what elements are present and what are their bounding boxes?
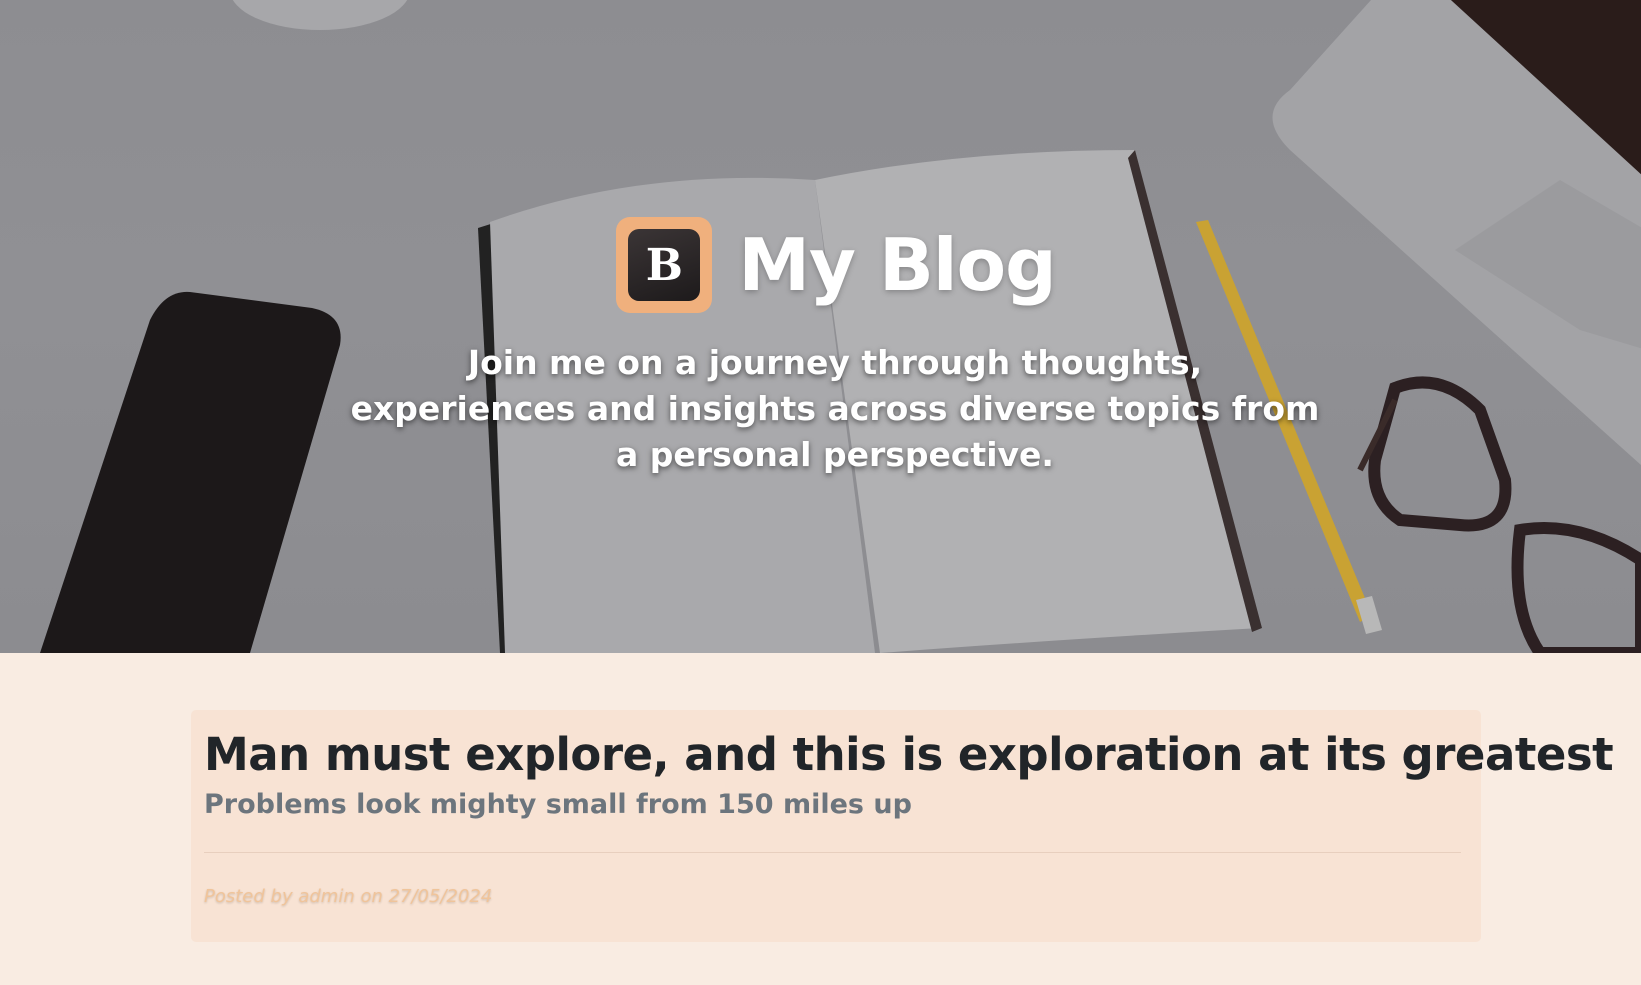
post-preview-card[interactable]: Man must explore, and this is exploratio… [191,710,1614,942]
hero-header: B My Blog Join me on a journey through t… [0,0,1641,653]
logo-letter: B [628,229,701,301]
site-title[interactable]: My Blog [738,223,1056,307]
site-tagline: Join me on a journey through thoughts, e… [350,343,1320,474]
post-divider [204,852,1461,853]
post-subtitle[interactable]: Problems look mighty small from 150 mile… [204,789,912,820]
post-title[interactable]: Man must explore, and this is exploratio… [204,728,1614,781]
blog-logo-icon[interactable]: B [616,217,713,313]
hero-background-image [40,0,1641,653]
site-brand[interactable]: B My Blog [0,217,1641,313]
post-meta: Posted by admin on 27/05/2024 [204,886,493,907]
